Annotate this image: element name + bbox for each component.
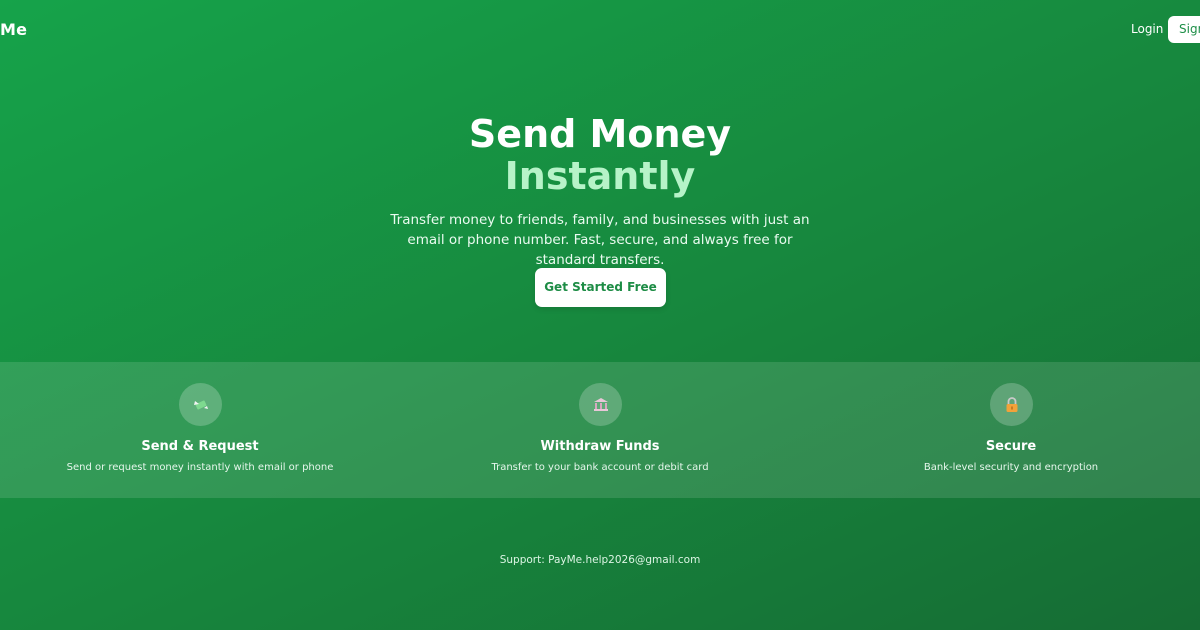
signup-button[interactable]: Sign [1168, 16, 1200, 43]
feature-description: Bank-level security and encryption [923, 462, 1099, 473]
brand-logo[interactable]: Me [0, 20, 27, 39]
feature-description: Send or request money instantly with ema… [66, 462, 334, 473]
feature-description: Transfer to your bank account or debit c… [491, 462, 709, 473]
feature-title: Withdraw Funds [540, 439, 660, 454]
feature-withdraw: Withdraw Funds Transfer to your bank acc… [400, 362, 800, 498]
hero-subtitle: Transfer money to friends, family, and b… [390, 212, 810, 268]
hero-title-line1: Send Money [468, 112, 732, 156]
top-nav: Me Login Sign [0, 0, 1200, 60]
hero-title-accent: Instantly [504, 154, 696, 198]
feature-title: Send & Request [141, 439, 259, 454]
feature-title: Secure [985, 439, 1037, 454]
feature-secure: Secure Bank-level security and encryptio… [811, 362, 1200, 498]
features-band: Send & Request Send or request money ins… [0, 362, 1200, 498]
bank-icon [579, 383, 622, 426]
lock-icon [990, 383, 1033, 426]
support-email[interactable]: Support: PayMe.help2026@gmail.com [0, 554, 1200, 566]
login-link[interactable]: Login [1131, 22, 1163, 36]
feature-send-request: Send & Request Send or request money ins… [0, 362, 400, 498]
get-started-button[interactable]: Get Started Free [535, 268, 666, 307]
hero-title: Send Money Instantly [0, 113, 1200, 197]
money-wings-icon [179, 383, 222, 426]
